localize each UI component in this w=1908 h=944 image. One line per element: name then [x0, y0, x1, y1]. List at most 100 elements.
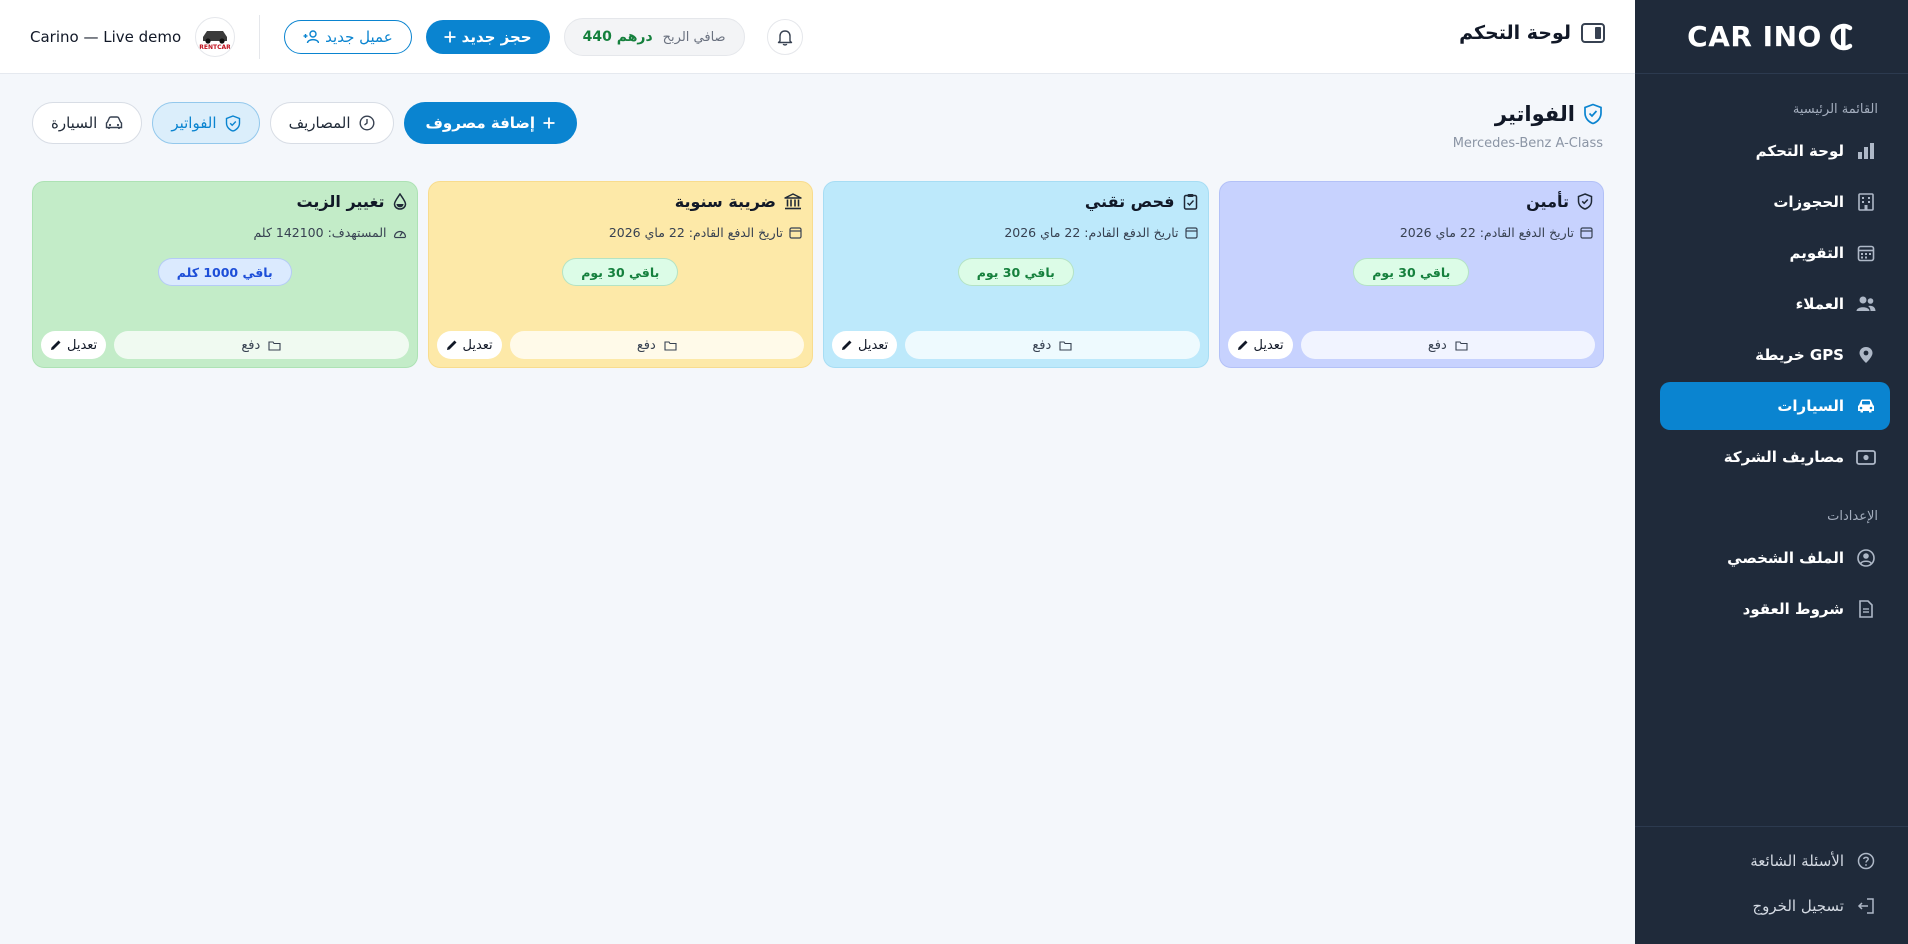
document-icon: [1856, 599, 1876, 619]
card-due-date: تاريخ الدفع القادم: 22 ماي 2026: [1228, 225, 1596, 240]
sidebar-item-logout[interactable]: تسجيل الخروج: [1660, 885, 1890, 927]
card-actions: تعديل دفع: [41, 331, 409, 359]
sidebar-item-calendar[interactable]: التقويم: [1660, 229, 1890, 277]
shield-icon: [225, 114, 241, 132]
building-icon: [1856, 192, 1876, 212]
edit-button[interactable]: تعديل: [41, 331, 107, 359]
sidebar-item-profile[interactable]: الملف الشخصي: [1660, 534, 1890, 582]
edit-label: تعديل: [462, 337, 493, 353]
clipboard-icon: [1183, 193, 1198, 210]
sidebar-item-label: السيارات: [1777, 397, 1844, 415]
badge-wrap: باقي 30 يوم: [437, 258, 805, 286]
invoice-card-annual-tax: ضريبة سنوية تاريخ الدفع القادم: 22 ماي 2…: [427, 181, 813, 368]
folder-icon: [1059, 340, 1072, 351]
notifications-button[interactable]: [766, 19, 803, 55]
remaining-badge: باقي 1000 كلم: [157, 258, 292, 286]
card-due-date: تاريخ الدفع القادم: 22 ماي 2026: [832, 225, 1200, 240]
card-header: تغيير الزيت: [41, 192, 409, 211]
new-booking-button[interactable]: حجز جديد: [425, 20, 550, 54]
tab-invoices[interactable]: الفواتير: [152, 102, 260, 144]
edit-button[interactable]: تعديل: [436, 331, 502, 359]
edit-button[interactable]: تعديل: [1227, 331, 1293, 359]
pay-button[interactable]: دفع: [1300, 331, 1595, 359]
logo[interactable]: CAR INO: [1635, 0, 1908, 74]
sidebar-item-label: العملاء: [1795, 295, 1844, 313]
invoice-card-technical-inspection: فحص تقني تاريخ الدفع القادم: 22 ماي 2026…: [823, 181, 1209, 368]
drop-icon: [393, 193, 407, 210]
top-header: لوحة التحكم Carino — Live demo RENTCAR ع…: [0, 0, 1635, 74]
sidebar-item-faq[interactable]: الأسئلة الشائعة: [1660, 840, 1890, 882]
card-target-mileage: المستهدف: 142100 كلم: [41, 225, 409, 240]
calendar-icon: [789, 226, 802, 239]
remaining-badge: باقي 30 يوم: [562, 258, 679, 286]
new-client-button[interactable]: عميل جديد: [284, 20, 412, 54]
sidebar-item-label: الأسئلة الشائعة: [1750, 852, 1844, 870]
sidebar-item-label: الحجوزات: [1773, 193, 1844, 211]
plus-icon: [444, 31, 456, 43]
pay-button[interactable]: دفع: [114, 331, 409, 359]
card-actions: تعديل دفع: [436, 331, 804, 359]
sidebar-item-clients[interactable]: العملاء: [1660, 280, 1890, 328]
wallet-icon: [1856, 447, 1876, 467]
sidebar-item-cars[interactable]: السيارات: [1660, 382, 1890, 430]
sidebar-item-company-expenses[interactable]: مصاريف الشركة: [1660, 433, 1890, 481]
shield-icon: [1577, 193, 1593, 210]
gauge-icon: [393, 227, 407, 239]
sidebar-item-contract-terms[interactable]: شروط العقود: [1660, 585, 1890, 633]
sidebar-item-gps-map[interactable]: خريطة GPS: [1660, 331, 1890, 379]
pencil-icon: [50, 339, 62, 351]
tab-expenses[interactable]: المصاريف: [269, 102, 394, 144]
card-header: تأمين: [1228, 192, 1596, 211]
card-actions: تعديل دفع: [832, 331, 1200, 359]
logo-text: CAR INO: [1687, 20, 1822, 53]
sidebar-item-dashboard[interactable]: لوحة التحكم: [1660, 127, 1890, 175]
tab-car[interactable]: السيارة: [32, 102, 143, 144]
card-title: ضريبة سنوية: [674, 192, 776, 211]
invoice-card-insurance: تأمين تاريخ الدفع القادم: 22 ماي 2026 با…: [1218, 181, 1604, 368]
calendar-icon: [1184, 226, 1198, 239]
bar-chart-icon: [1856, 141, 1876, 161]
card-title: تأمين: [1526, 192, 1569, 211]
help-icon: [1856, 851, 1876, 871]
page-title-group: الفواتير: [1495, 102, 1603, 126]
card-actions: تعديل دفع: [1227, 331, 1595, 359]
pencil-icon: [841, 339, 853, 351]
pay-label: دفع: [636, 337, 656, 353]
add-expense-button[interactable]: إضافة مصروف: [403, 102, 578, 144]
sidebar-item-label: تسجيل الخروج: [1752, 897, 1844, 915]
sidebar-bottom: الأسئلة الشائعة تسجيل الخروج: [1635, 826, 1908, 930]
net-profit-value: 440 درهم: [582, 29, 653, 45]
badge-wrap: باقي 30 يوم: [832, 258, 1200, 286]
car-icon: [1856, 396, 1876, 416]
page-subtitle: Mercedes-Benz A-Class: [1452, 136, 1603, 151]
header-title: لوحة التحكم: [1459, 22, 1571, 44]
card-header: فحص تقني: [832, 192, 1200, 211]
page-title: الفواتير: [1494, 102, 1575, 126]
net-profit-pill: 440 درهم صافي الربح: [563, 18, 745, 56]
logo-mark-icon: [1826, 22, 1856, 52]
pay-button[interactable]: دفع: [905, 331, 1200, 359]
logout-icon: [1856, 896, 1876, 916]
sidebar-item-label: لوحة التحكم: [1755, 142, 1844, 160]
sidebar-item-label: شروط العقود: [1742, 600, 1844, 618]
shield-icon: [1583, 103, 1603, 125]
avatar[interactable]: RENTCAR: [195, 17, 236, 57]
pay-label: دفع: [1032, 337, 1052, 353]
add-user-icon: [303, 30, 320, 44]
edit-label: تعديل: [1253, 337, 1284, 353]
pay-label: دفع: [241, 337, 261, 353]
sidebar-toggle-icon[interactable]: [1581, 23, 1605, 43]
user-circle-icon: [1856, 548, 1876, 568]
edit-button[interactable]: تعديل: [832, 331, 898, 359]
card-line-text: المستهدف: 142100 كلم: [253, 225, 387, 240]
pencil-icon: [1237, 339, 1249, 351]
sidebar-item-bookings[interactable]: الحجوزات: [1660, 178, 1890, 226]
main-section-label: القائمة الرئيسية: [1792, 102, 1878, 117]
card-line-text: تاريخ الدفع القادم: 22 ماي 2026: [1399, 225, 1574, 240]
clock-icon: [358, 115, 375, 131]
tab-label: السيارة: [51, 114, 98, 132]
invoice-card-oil-change: تغيير الزيت المستهدف: 142100 كلم باقي 10…: [32, 181, 418, 368]
remaining-badge: باقي 30 يوم: [1353, 258, 1470, 286]
pay-button[interactable]: دفع: [509, 331, 804, 359]
edit-label: تعديل: [67, 337, 98, 353]
